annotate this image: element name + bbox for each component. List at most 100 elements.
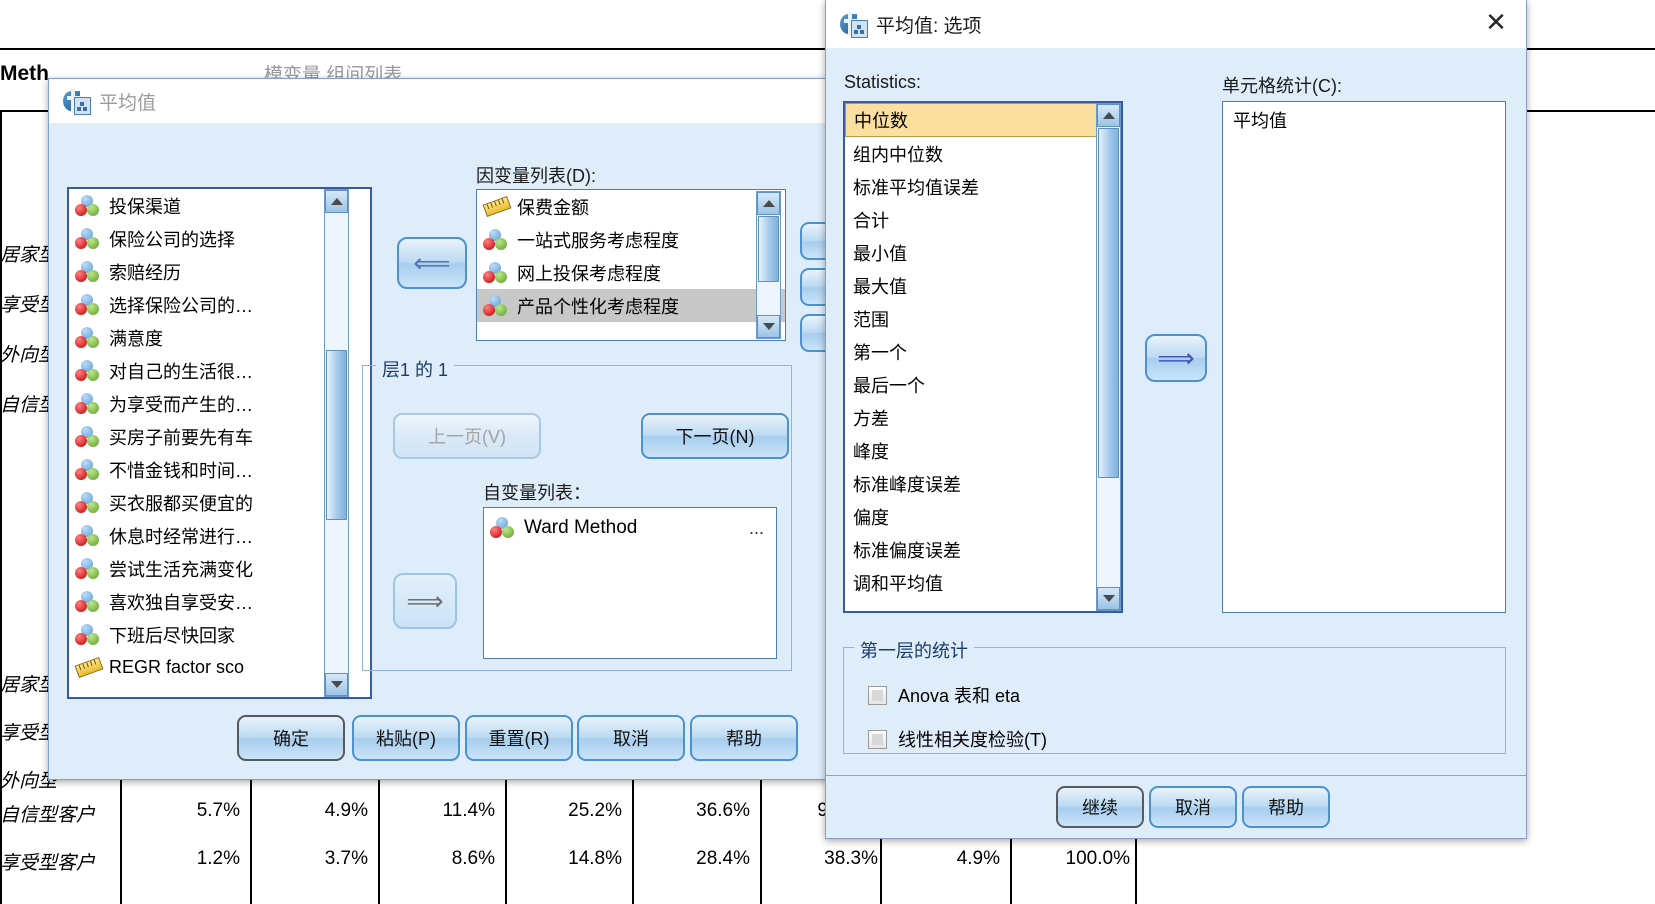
list-item[interactable]: Ward Method ...	[484, 508, 776, 548]
list-item-label: 为享受而产生的…	[109, 394, 253, 415]
list-item-label: 峰度	[853, 441, 889, 462]
dependent-list-scrollbar[interactable]	[756, 191, 781, 339]
paste-button-label: 粘贴(P)	[376, 729, 436, 749]
scrollbar-thumb[interactable]	[1098, 128, 1119, 478]
nominal-icon	[75, 194, 101, 217]
ok-button[interactable]: 确定	[237, 715, 345, 761]
options-dialog-title: 平均值: 选项	[876, 15, 982, 37]
scrollbar-thumb[interactable]	[758, 216, 779, 282]
table-cell: 38.3%	[824, 848, 878, 869]
scale-icon	[74, 656, 104, 679]
list-item[interactable]: 第一个	[845, 335, 1121, 368]
options-cancel-button[interactable]: 取消	[1149, 786, 1237, 828]
list-item[interactable]: 峰度	[845, 434, 1121, 467]
list-item[interactable]: 最后一个	[845, 368, 1121, 401]
list-item-label: REGR factor sco	[109, 657, 245, 677]
scroll-up-arrow-icon[interactable]	[1097, 104, 1120, 127]
previous-button[interactable]: 上一页(V)	[393, 413, 541, 459]
list-item-label: 网上投保考虑程度	[517, 263, 661, 284]
list-item[interactable]: 最小值	[845, 236, 1121, 269]
background-heading: Meth	[0, 62, 49, 85]
statistics-list-scrollbar[interactable]	[1096, 103, 1121, 611]
source-list-scrollbar[interactable]	[324, 189, 349, 697]
scroll-up-arrow-icon[interactable]	[325, 190, 348, 213]
first-layer-statistics-label: 第一层的统计	[854, 637, 974, 663]
list-item[interactable]: 偏度	[845, 500, 1121, 533]
continue-button[interactable]: 继续	[1056, 786, 1144, 828]
list-item-label: 休息时经常进行…	[109, 526, 253, 547]
list-item-label: 平均值	[1233, 111, 1287, 131]
statistics-list[interactable]: 中位数 组内中位数 标准平均值误差 合计 最小值 最大值 范围 第一个 最后一个…	[843, 101, 1123, 613]
table-cell: 8.6%	[451, 848, 495, 869]
help-button[interactable]: 帮助	[690, 715, 798, 761]
list-item-label: 选择保险公司的…	[109, 295, 253, 316]
table-rule	[760, 760, 762, 904]
scroll-down-arrow-icon[interactable]	[757, 315, 780, 338]
options-dialog-titlebar[interactable]: 平均值: 选项 ✕	[826, 0, 1526, 48]
move-to-cell-statistics-button[interactable]: ⟹	[1145, 334, 1207, 382]
options-help-button[interactable]: 帮助	[1242, 786, 1330, 828]
list-item-label: 第一个	[853, 342, 907, 363]
list-item-label: 满意度	[109, 328, 163, 349]
list-item-label: 喜欢独自享受安…	[109, 592, 253, 613]
anova-eta-checkbox[interactable]	[868, 685, 887, 705]
list-item[interactable]: 网上投保考虑程度	[477, 256, 785, 289]
linearity-test-checkbox[interactable]	[868, 729, 887, 749]
arrow-left-icon: ⟸	[413, 248, 451, 278]
list-item[interactable]: 调和平均值	[845, 566, 1121, 599]
nominal-icon	[75, 359, 101, 382]
paste-button[interactable]: 粘贴(P)	[352, 715, 460, 761]
list-item-label: 下班后尽快回家	[109, 625, 235, 646]
list-item-label: 保费金额	[517, 197, 589, 218]
list-item-label: 最小值	[853, 243, 907, 264]
spss-app-icon	[840, 11, 868, 38]
close-icon[interactable]: ✕	[1474, 4, 1518, 40]
move-to-source-button[interactable]: ⟸	[397, 237, 467, 289]
list-item[interactable]: 平均值	[1223, 102, 1505, 138]
list-item[interactable]: 标准偏度误差	[845, 533, 1121, 566]
list-item[interactable]: 标准峰度误差	[845, 467, 1121, 500]
footer-separator	[826, 775, 1526, 776]
nominal-icon	[75, 458, 101, 481]
anova-eta-checkbox-label: Anova 表和 eta	[898, 686, 1021, 706]
arrow-right-icon: ⟹	[1157, 343, 1195, 373]
list-item-selected[interactable]: 产品个性化考虑程度	[477, 289, 785, 322]
list-item[interactable]: 方差	[845, 401, 1121, 434]
table-cell: 25.2%	[568, 800, 622, 821]
options-dialog[interactable]: 平均值: 选项 ✕ Statistics: 中位数 组内中位数 标准平均值误差 …	[825, 0, 1527, 839]
cell-statistics-list[interactable]: 平均值	[1222, 101, 1506, 613]
scrollbar-thumb[interactable]	[326, 350, 347, 520]
dependent-variable-list[interactable]: 保费金额 一站式服务考虑程度 网上投保考虑程度 产品个性化考虑程度	[476, 189, 786, 341]
means-dialog[interactable]: 平均值 投保渠道 保险公司的选择 索赔经历 选择保险公司的… 满意度 对自己的生…	[48, 78, 828, 780]
nominal-icon	[75, 491, 101, 514]
scroll-up-arrow-icon[interactable]	[757, 192, 780, 215]
linearity-test-checkbox-row[interactable]: 线性相关度检验(T)	[868, 726, 1047, 752]
list-item-selected[interactable]: 中位数	[845, 103, 1121, 137]
scroll-down-arrow-icon[interactable]	[325, 673, 348, 696]
ok-button-label: 确定	[273, 729, 309, 749]
cancel-button-label: 取消	[613, 729, 649, 749]
scroll-down-arrow-icon[interactable]	[1097, 587, 1120, 610]
list-item[interactable]: 标准平均值误差	[845, 170, 1121, 203]
nominal-icon	[75, 557, 101, 580]
means-dialog-titlebar[interactable]: 平均值	[49, 79, 827, 123]
list-item[interactable]: 最大值	[845, 269, 1121, 302]
cancel-button[interactable]: 取消	[577, 715, 685, 761]
list-item[interactable]: 保费金额	[477, 190, 785, 223]
next-button[interactable]: 下一页(N)	[641, 413, 789, 459]
statistics-label-text: Statistics:	[844, 72, 922, 92]
reset-button[interactable]: 重置(R)	[465, 715, 573, 761]
list-item-label: 一站式服务考虑程度	[517, 230, 679, 251]
independent-variable-list[interactable]: Ward Method ...	[483, 507, 777, 659]
list-item-label: 尝试生活充满变化	[109, 559, 253, 580]
list-item[interactable]: 一站式服务考虑程度	[477, 223, 785, 256]
list-item[interactable]: 范围	[845, 302, 1121, 335]
list-item-label: 标准峰度误差	[853, 474, 961, 495]
move-to-independent-button[interactable]: ⟹	[393, 573, 457, 629]
list-item[interactable]: 组内中位数	[845, 137, 1121, 170]
list-item[interactable]: 合计	[845, 203, 1121, 236]
table-cell: 36.6%	[696, 800, 750, 821]
list-item-label: 偏度	[853, 507, 889, 528]
nominal-icon	[75, 227, 101, 250]
anova-eta-checkbox-row[interactable]: Anova 表和 eta	[868, 682, 1020, 708]
